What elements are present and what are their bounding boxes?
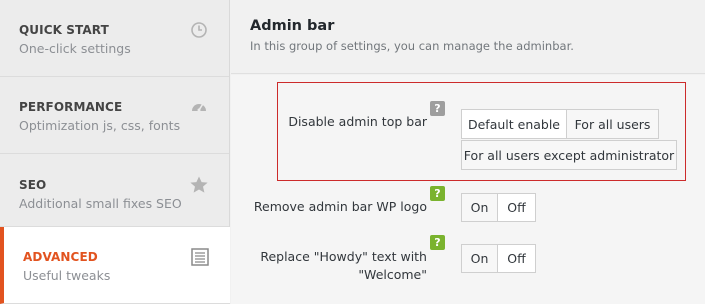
section-description: In this group of settings, you can manag… bbox=[250, 39, 574, 53]
sidebar-item-title: ADVANCED bbox=[23, 250, 98, 264]
sidebar-item-subtitle: Optimization js, css, fonts bbox=[19, 118, 181, 133]
replace-howdy-on-button[interactable]: On bbox=[461, 244, 498, 273]
help-icon[interactable]: ? bbox=[430, 186, 445, 201]
sidebar: QUICK START One-click settings PERFORMAN… bbox=[0, 0, 230, 304]
replace-howdy-off-button[interactable]: Off bbox=[497, 244, 536, 273]
star-icon bbox=[189, 175, 209, 195]
remove-wp-logo-label: Remove admin bar WP logo bbox=[253, 199, 427, 214]
clock-icon bbox=[189, 20, 209, 40]
help-icon[interactable]: ? bbox=[430, 235, 445, 250]
replace-howdy-label-line2: "Welcome" bbox=[358, 267, 427, 282]
sidebar-item-subtitle: Additional small fixes SEO bbox=[19, 196, 182, 211]
sidebar-item-advanced[interactable]: ADVANCED Useful tweaks bbox=[0, 227, 230, 304]
section-title: Admin bar bbox=[250, 18, 335, 34]
sidebar-item-title: QUICK START bbox=[19, 23, 109, 37]
speedometer-icon bbox=[189, 97, 209, 117]
sidebar-item-title: PERFORMANCE bbox=[19, 100, 123, 114]
sidebar-item-subtitle: Useful tweaks bbox=[23, 268, 111, 283]
sidebar-item-performance[interactable]: PERFORMANCE Optimization js, css, fonts bbox=[0, 77, 229, 154]
option-all-users-button[interactable]: For all users bbox=[566, 109, 659, 139]
option-default-enable-button[interactable]: Default enable bbox=[461, 109, 567, 139]
sidebar-item-seo[interactable]: SEO Additional small fixes SEO bbox=[0, 154, 229, 227]
replace-howdy-label-line1: Replace "Howdy" text with bbox=[260, 249, 427, 264]
help-icon[interactable]: ? bbox=[430, 101, 445, 116]
option-all-except-admin-button[interactable]: For all users except administrator bbox=[461, 140, 677, 170]
section-header: Admin bar In this group of settings, you… bbox=[231, 0, 705, 74]
remove-wp-logo-on-button[interactable]: On bbox=[461, 193, 498, 222]
remove-wp-logo-off-button[interactable]: Off bbox=[497, 193, 536, 222]
sidebar-item-subtitle: One-click settings bbox=[19, 41, 131, 56]
disable-top-bar-label: Disable admin top bar bbox=[288, 114, 427, 129]
list-icon bbox=[190, 247, 210, 267]
sidebar-item-quick-start[interactable]: QUICK START One-click settings bbox=[0, 0, 229, 77]
sidebar-item-title: SEO bbox=[19, 178, 47, 192]
